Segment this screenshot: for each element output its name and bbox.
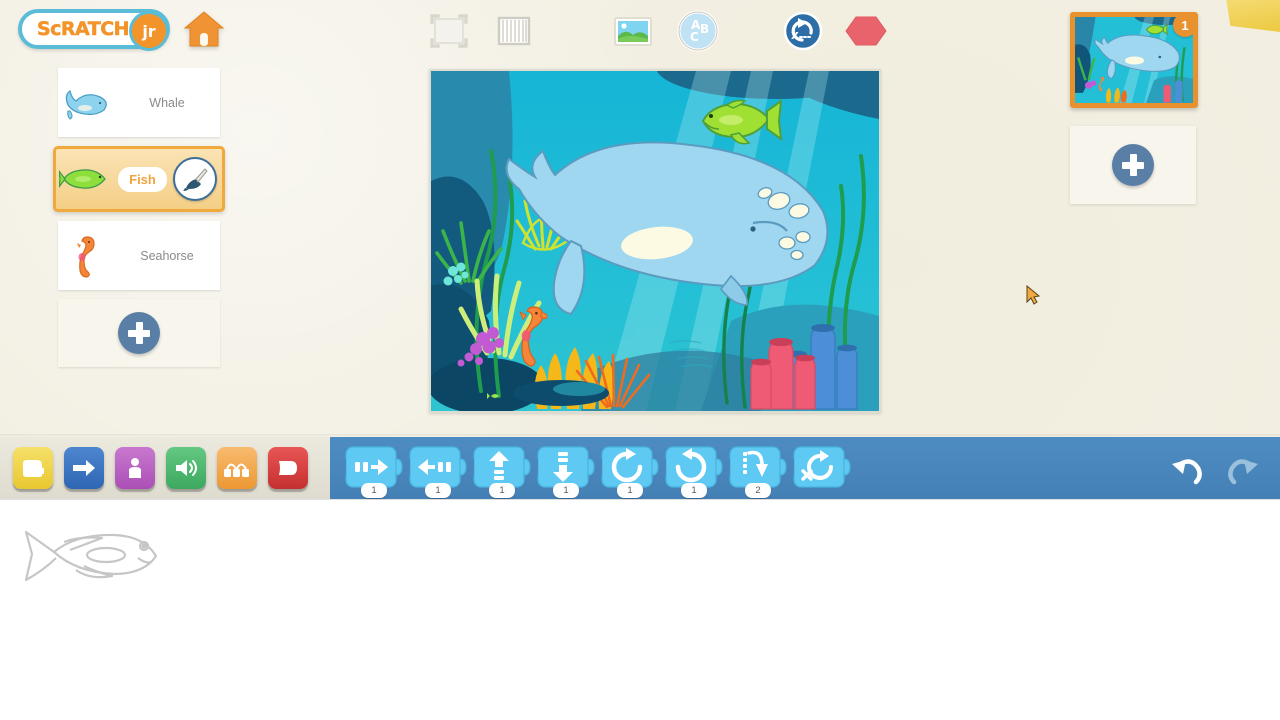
home-button[interactable] bbox=[182, 9, 226, 49]
hop-block[interactable]: 2 bbox=[724, 441, 790, 498]
background-button[interactable] bbox=[609, 9, 657, 53]
grid-icon bbox=[497, 16, 531, 46]
block-value[interactable]: 1 bbox=[681, 483, 707, 498]
plus-icon bbox=[118, 312, 160, 354]
end-blocks-category[interactable] bbox=[268, 447, 308, 489]
page-corner-tab[interactable] bbox=[1226, 0, 1280, 32]
redo-button[interactable] bbox=[1224, 450, 1262, 486]
move-up-block[interactable]: 1 bbox=[468, 441, 534, 498]
block-value[interactable]: 1 bbox=[553, 483, 579, 498]
block-category-strip bbox=[0, 437, 330, 499]
mouse-pointer bbox=[1026, 284, 1042, 307]
stop-button[interactable] bbox=[843, 9, 889, 53]
pages-panel: 1 bbox=[1070, 12, 1200, 204]
stage-canvas[interactable] bbox=[429, 69, 881, 413]
sprite-list-panel: Whale Fish Seahorse bbox=[53, 68, 225, 367]
trigger-hat-icon bbox=[23, 460, 44, 477]
person-icon bbox=[129, 458, 141, 478]
block-value[interactable]: 1 bbox=[425, 483, 451, 498]
go-home-block[interactable] bbox=[788, 441, 854, 495]
sprite-item-seahorse[interactable]: Seahorse bbox=[58, 221, 220, 290]
block-value[interactable]: 1 bbox=[361, 483, 387, 498]
block-value[interactable]: 2 bbox=[745, 483, 771, 498]
underwater-scene bbox=[431, 71, 879, 411]
editor-area: ScRATCH jr A B C x Whale Fish Seahorse 1 bbox=[0, 0, 1280, 437]
app-branding: ScRATCH jr bbox=[18, 9, 226, 51]
svg-text:C: C bbox=[690, 30, 699, 44]
sound-blocks-category[interactable] bbox=[166, 447, 206, 489]
background-image-icon bbox=[614, 17, 652, 46]
move-right-block[interactable]: 1 bbox=[340, 441, 406, 498]
undo-icon bbox=[1172, 459, 1202, 485]
page-thumbnail-1[interactable]: 1 bbox=[1070, 12, 1198, 108]
move-down-block[interactable]: 1 bbox=[532, 441, 598, 498]
logo-jr-badge: jr bbox=[129, 11, 169, 51]
fullscreen-icon bbox=[430, 14, 468, 48]
add-sprite-button[interactable] bbox=[58, 299, 220, 367]
arrow-right-icon bbox=[73, 460, 95, 476]
home-icon bbox=[183, 11, 225, 47]
sprite-item-fish[interactable]: Fish bbox=[53, 146, 225, 212]
fullscreen-button[interactable] bbox=[425, 9, 473, 53]
undo-button[interactable] bbox=[1168, 450, 1206, 486]
stage-toolbar: A B C x bbox=[425, 8, 889, 54]
fish-outline-watermark bbox=[24, 530, 158, 582]
scratchjr-logo: ScRATCH jr bbox=[18, 9, 170, 51]
whale-sprite-icon bbox=[58, 75, 114, 131]
plus-icon bbox=[1112, 144, 1154, 186]
looks-blocks-category[interactable] bbox=[115, 447, 155, 489]
redo-icon bbox=[1228, 459, 1258, 485]
sprite-item-label: Seahorse bbox=[140, 248, 194, 263]
block-value[interactable]: 1 bbox=[489, 483, 515, 498]
selected-sprite-watermark bbox=[18, 522, 168, 597]
motion-blocks-palette: 1 1 1 1 1 1 2 bbox=[330, 437, 1280, 499]
repeat-blocks-icon bbox=[224, 463, 249, 477]
paintbrush-icon bbox=[183, 168, 208, 191]
speaker-icon bbox=[176, 460, 197, 476]
abc-text-icon: A B C bbox=[677, 10, 719, 52]
sprite-item-label: Fish bbox=[118, 166, 167, 192]
svg-text:B: B bbox=[700, 22, 709, 36]
sprite-item-whale[interactable]: Whale bbox=[58, 68, 220, 137]
fish-sprite-icon bbox=[56, 151, 112, 207]
end-block-icon bbox=[279, 461, 297, 475]
seahorse-sprite-icon bbox=[58, 228, 114, 284]
block-value[interactable]: 1 bbox=[617, 483, 643, 498]
reset-button[interactable]: x bbox=[781, 9, 825, 53]
add-page-button[interactable] bbox=[1070, 126, 1196, 204]
turn-right-block[interactable]: 1 bbox=[596, 441, 662, 498]
grid-button[interactable] bbox=[491, 9, 537, 53]
move-left-block[interactable]: 1 bbox=[404, 441, 470, 498]
text-button[interactable]: A B C bbox=[675, 8, 721, 54]
script-editing-area[interactable]: 5 5 bbox=[0, 499, 1280, 720]
red-stop-hexagon-icon bbox=[845, 16, 887, 46]
sprite-edit-button[interactable] bbox=[173, 157, 217, 201]
page-number-badge: 1 bbox=[1173, 17, 1193, 37]
block-palette-bar: 1 1 1 1 1 1 2 bbox=[0, 437, 1280, 499]
sprite-item-label: Whale bbox=[149, 95, 185, 110]
motion-blocks-category[interactable] bbox=[64, 447, 104, 489]
undo-redo-group bbox=[1168, 450, 1262, 486]
control-blocks-category[interactable] bbox=[217, 447, 257, 489]
reset-characters-icon: x bbox=[783, 11, 823, 51]
turn-left-block[interactable]: 1 bbox=[660, 441, 726, 498]
svg-text:x: x bbox=[791, 28, 799, 42]
triggering-blocks-category[interactable] bbox=[13, 447, 53, 489]
